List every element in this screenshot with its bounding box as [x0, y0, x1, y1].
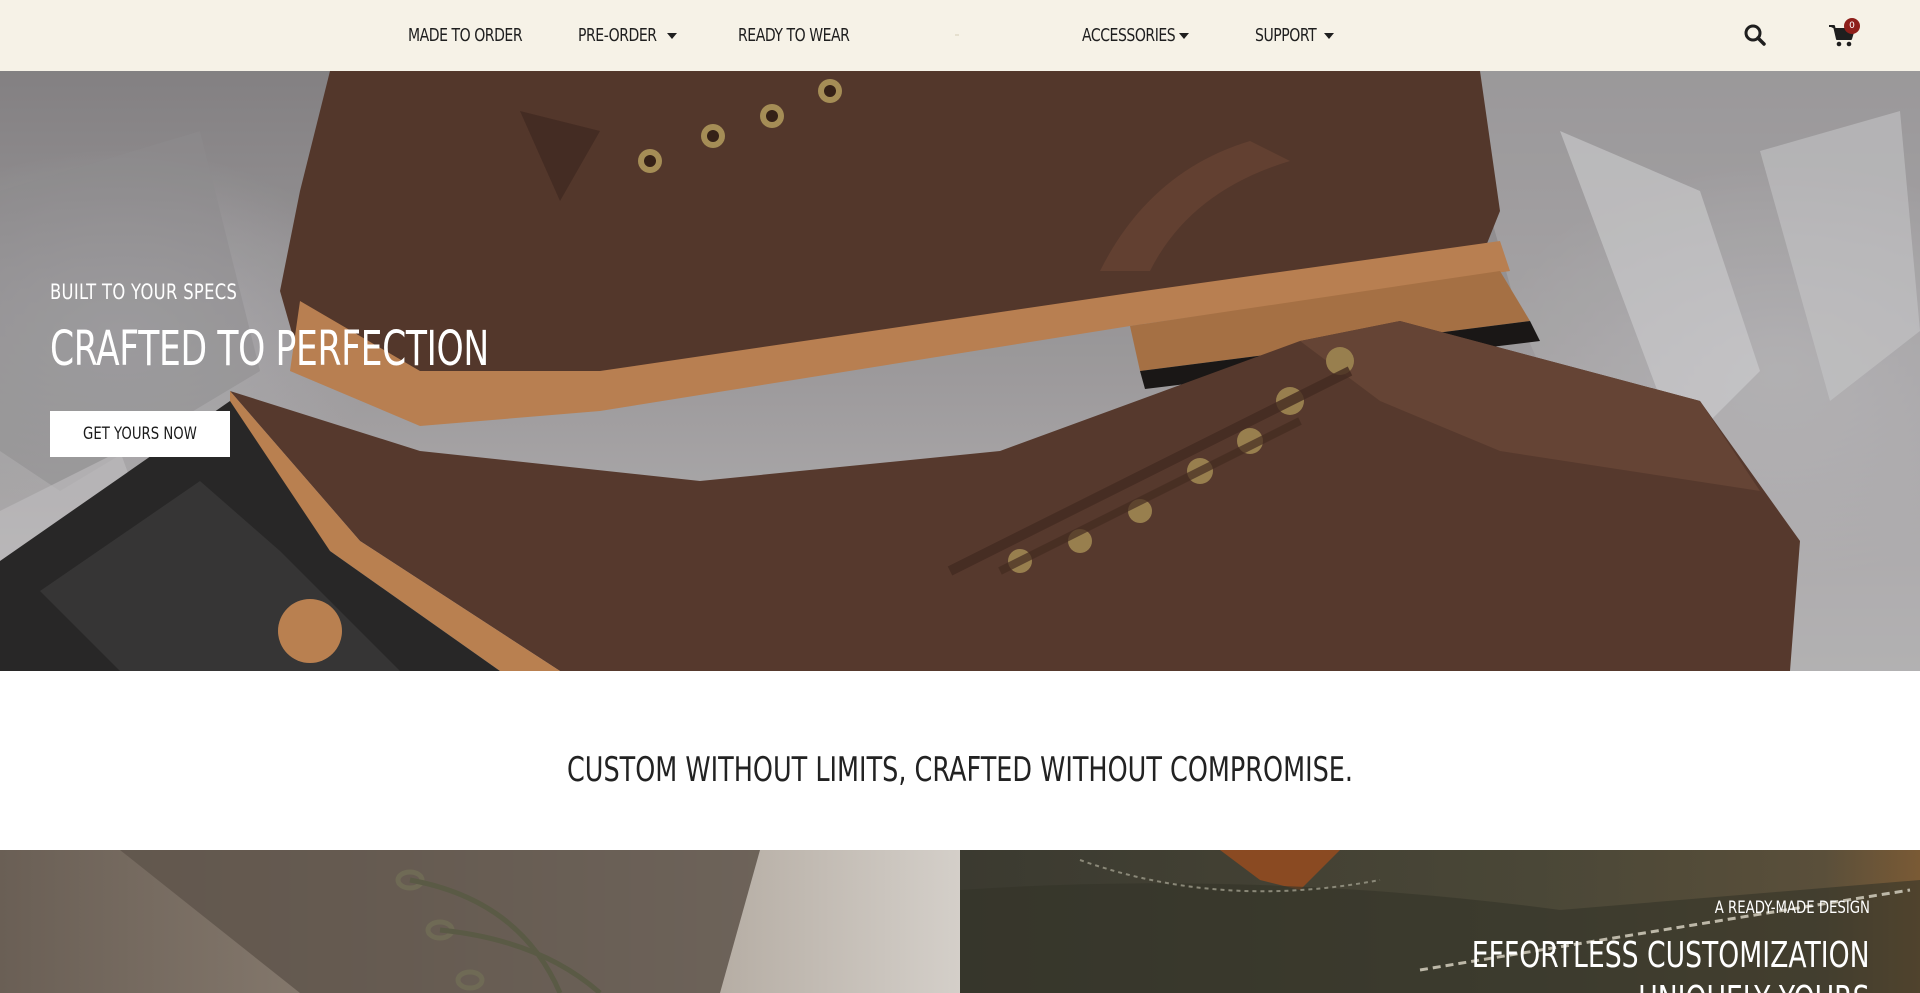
nav-label: READY TO WEAR [738, 25, 850, 46]
panel-title-line: UNIQUELY YOURS [1472, 978, 1870, 993]
nav-pre-order[interactable]: PRE-ORDER [578, 0, 677, 71]
promo-panel-right[interactable]: A READY-MADE DESIGN EFFORTLESS CUSTOMIZA… [960, 850, 1920, 993]
panel-title-line: EFFORTLESS CUSTOMIZATION [1472, 935, 1870, 976]
panel-kicker: A READY-MADE DESIGN [1714, 898, 1870, 918]
nav-label: ACCESSORIES [1082, 25, 1176, 46]
panel-image [120, 850, 760, 993]
panel-title: EFFORTLESS CUSTOMIZATION UNIQUELY YOURS [1472, 934, 1870, 993]
nav-made-to-order[interactable]: MADE TO ORDER [408, 0, 554, 71]
chevron-down-icon [667, 32, 677, 39]
logo[interactable] [955, 34, 959, 36]
promo-panel-left[interactable] [0, 850, 960, 993]
search-icon[interactable] [1740, 20, 1770, 50]
site-header: MADE TO ORDER PRE-ORDER READY TO WEAR AC… [0, 0, 1920, 71]
nav-label: MADE TO ORDER [408, 25, 523, 46]
get-yours-now-button[interactable]: GET YOURS NOW [50, 411, 230, 457]
nav-support[interactable]: SUPPORT [1255, 0, 1334, 71]
tagline-section: CUSTOM WITHOUT LIMITS, CRAFTED WITHOUT C… [0, 671, 1920, 850]
chevron-down-icon [1179, 32, 1189, 39]
hero-banner: BUILT TO YOUR SPECS CRAFTED TO PERFECTIO… [0, 71, 1920, 671]
chevron-down-icon [1324, 32, 1334, 39]
nav-label: SUPPORT [1255, 25, 1317, 46]
hero-kicker: BUILT TO YOUR SPECS [50, 280, 238, 304]
hero-title: CRAFTED TO PERFECTION [50, 321, 489, 377]
nav-ready-to-wear[interactable]: READY TO WEAR [738, 0, 881, 71]
tagline-heading: CUSTOM WITHOUT LIMITS, CRAFTED WITHOUT C… [567, 749, 1353, 790]
nav-label: PRE-ORDER [578, 25, 657, 46]
button-label: GET YOURS NOW [83, 424, 197, 444]
cart-count-badge: 0 [1844, 18, 1860, 34]
nav-accessories[interactable]: ACCESSORIES [1082, 0, 1189, 71]
